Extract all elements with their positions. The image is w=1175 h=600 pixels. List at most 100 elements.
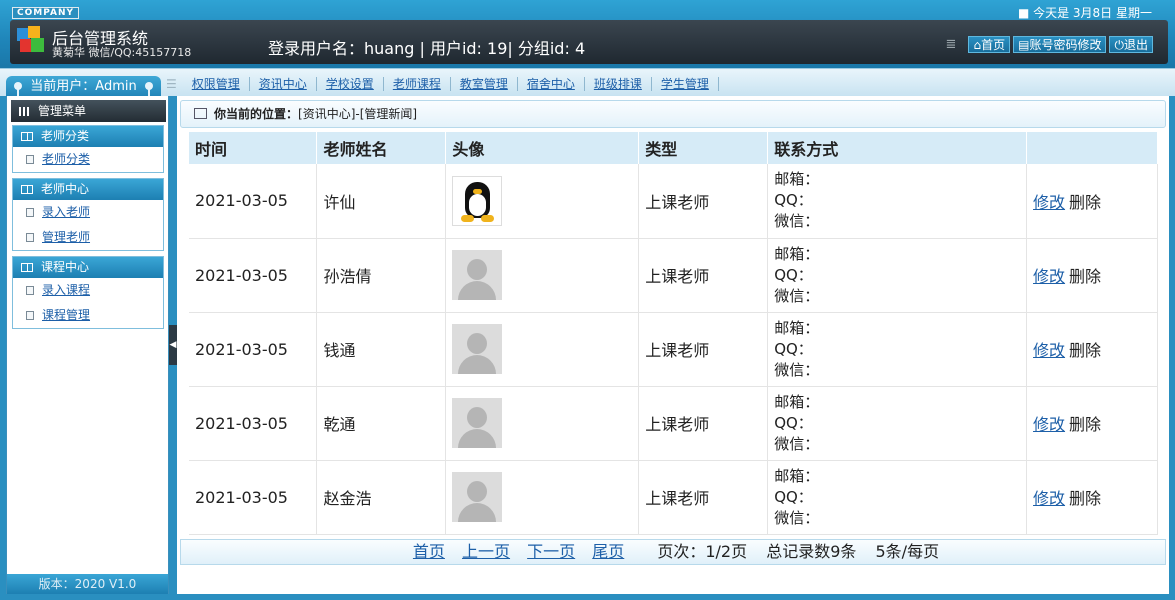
- cell-actions: 修改 删除: [1026, 238, 1158, 313]
- nav-menu: ☰ 权限管理 资讯中心 学校设置 老师课程 教室管理 宿舍中心 班级排课 学生管…: [166, 77, 719, 91]
- sidebar-item-add-course[interactable]: 录入课程: [13, 278, 163, 303]
- document-icon: ▤: [1018, 38, 1030, 52]
- header: COMPANY ■ 今天是 3月8日 星期一 后台管理系统 黄菊华 微信/QQ:…: [0, 0, 1175, 68]
- section-header[interactable]: 老师分类: [13, 126, 163, 147]
- sidebar-section-teacher-center: 老师中心 录入老师 管理老师: [12, 178, 164, 251]
- sidebar-item-add-teacher[interactable]: 录入老师: [13, 200, 163, 225]
- document-icon: [26, 311, 34, 320]
- book-icon: [21, 185, 33, 194]
- nav-item-dormitory[interactable]: 宿舍中心: [518, 77, 585, 91]
- home-icon: ⌂: [973, 38, 982, 52]
- qq-label: QQ：: [774, 413, 813, 432]
- edit-link[interactable]: 修改: [1033, 415, 1065, 434]
- delete-link[interactable]: 删除: [1069, 489, 1101, 508]
- top-nav: 当前用户：Admin ☰ 权限管理 资讯中心 学校设置 老师课程 教室管理 宿舍…: [0, 68, 1175, 99]
- email-label: 邮箱：: [774, 392, 820, 411]
- sidebar-item-manage-course[interactable]: 课程管理: [13, 303, 163, 328]
- nav-item-students[interactable]: 学生管理: [652, 77, 719, 91]
- last-page-link[interactable]: 尾页: [592, 542, 624, 561]
- qq-label: QQ：: [774, 487, 813, 506]
- cell-type: 上课老师: [638, 386, 769, 461]
- sidebar-section-teacher-category: 老师分类 老师分类: [12, 125, 164, 173]
- system-author: 黄菊华 微信/QQ:45157718: [52, 46, 192, 59]
- menu-grid-icon: [19, 107, 31, 116]
- document-icon: [26, 286, 34, 295]
- qq-label: QQ：: [774, 191, 813, 210]
- table-header-row: 时间 老师姓名 头像 类型 联系方式: [189, 132, 1158, 164]
- cell-name: 孙浩倩: [316, 238, 447, 313]
- cell-time: 2021-03-05: [189, 312, 318, 387]
- wechat-label: 微信：: [774, 360, 820, 379]
- column-header-time: 时间: [189, 132, 318, 164]
- email-label: 邮箱：: [774, 244, 820, 263]
- document-icon: [26, 208, 34, 217]
- nav-item-teacher-courses[interactable]: 老师课程: [384, 77, 451, 91]
- section-header[interactable]: 课程中心: [13, 257, 163, 278]
- wechat-label: 微信：: [774, 434, 820, 453]
- cell-type: 上课老师: [638, 238, 769, 313]
- section-header[interactable]: 老师中心: [13, 179, 163, 200]
- sidebar-item-manage-teacher[interactable]: 管理老师: [13, 225, 163, 250]
- delete-link[interactable]: 删除: [1069, 193, 1101, 212]
- window-icon: [194, 108, 207, 119]
- column-header-actions: [1026, 132, 1158, 164]
- edit-link[interactable]: 修改: [1033, 341, 1065, 360]
- current-user-label: 当前用户：Admin: [30, 79, 137, 94]
- sidebar-item-teacher-category[interactable]: 老师分类: [13, 147, 163, 172]
- cell-avatar: [445, 164, 640, 239]
- cell-time: 2021-03-05: [189, 460, 318, 535]
- document-icon: [26, 233, 34, 242]
- breadcrumb-path: [资讯中心]-[管理新闻]: [298, 107, 418, 121]
- nav-item-school-settings[interactable]: 学校设置: [317, 77, 384, 91]
- power-icon: ⏻: [1114, 38, 1124, 52]
- delete-link[interactable]: 删除: [1069, 267, 1101, 286]
- cell-actions: 修改 删除: [1026, 460, 1158, 535]
- edit-link[interactable]: 修改: [1033, 193, 1065, 212]
- email-label: 邮箱：: [774, 170, 820, 189]
- login-info: 登录用户名：huang | 用户id: 19| 分组id: 4: [268, 39, 586, 58]
- delete-link[interactable]: 删除: [1069, 415, 1101, 434]
- nav-item-class-schedule[interactable]: 班级排课: [585, 77, 652, 91]
- cell-type: 上课老师: [638, 460, 769, 535]
- logout-button[interactable]: ⏻退出: [1109, 36, 1153, 53]
- first-page-link[interactable]: 首页: [413, 542, 445, 561]
- cell-name: 钱通: [316, 312, 447, 387]
- table-row: 2021-03-05 乾通 上课老师 邮箱： QQ： 微信： 修改 删除: [189, 386, 1158, 461]
- nav-item-news-center[interactable]: 资讯中心: [250, 77, 317, 91]
- home-button[interactable]: ⌂首页: [968, 36, 1011, 53]
- cell-contact: 邮箱： QQ： 微信：: [767, 460, 1028, 535]
- edit-link[interactable]: 修改: [1033, 267, 1065, 286]
- book-icon: [21, 263, 33, 272]
- breadcrumb-label: 你当前的位置：: [214, 107, 299, 121]
- pagination: 首页 上一页 下一页 尾页 页次：1/2页 总记录数9条 5条/每页: [180, 539, 1166, 565]
- cell-actions: 修改 删除: [1026, 164, 1158, 239]
- account-password-button[interactable]: ▤账号密码修改: [1013, 36, 1107, 53]
- collapse-sidebar-button[interactable]: ◀: [169, 325, 177, 365]
- total-records: 总记录数9条: [766, 542, 857, 561]
- edit-link[interactable]: 修改: [1033, 489, 1065, 508]
- next-page-link[interactable]: 下一页: [527, 542, 575, 561]
- wechat-label: 微信：: [774, 212, 820, 231]
- prev-page-link[interactable]: 上一页: [462, 542, 510, 561]
- triangle-left-icon: ◀: [169, 340, 177, 350]
- qq-label: QQ：: [774, 339, 813, 358]
- per-page-info: 5条/每页: [875, 542, 940, 561]
- breadcrumb: 你当前的位置：[资讯中心]-[管理新闻]: [180, 100, 1166, 128]
- current-user-tab: 当前用户：Admin: [6, 76, 161, 99]
- pin-icon: [14, 82, 22, 99]
- default-user-avatar-icon: [452, 250, 503, 300]
- default-user-avatar-icon: [452, 398, 503, 448]
- email-label: 邮箱：: [774, 466, 820, 485]
- page-info: 页次：1/2页: [657, 542, 748, 561]
- nav-item-classroom[interactable]: 教室管理: [451, 77, 518, 91]
- default-user-avatar-icon: [452, 324, 503, 374]
- nav-item-permissions[interactable]: 权限管理: [183, 77, 250, 91]
- sidebar: 管理菜单 老师分类 老师分类 老师中心 录入老师 管理老师 课程中心 录入课程 …: [6, 96, 169, 594]
- cell-type: 上课老师: [638, 312, 769, 387]
- delete-link[interactable]: 删除: [1069, 341, 1101, 360]
- tux-penguin-avatar-icon: [452, 175, 503, 226]
- cell-contact: 邮箱： QQ： 微信：: [767, 238, 1028, 313]
- table-row: 2021-03-05 许仙 上课老师 邮箱： QQ： 微信： 修改 删除: [189, 164, 1158, 239]
- cell-time: 2021-03-05: [189, 238, 318, 313]
- cell-name: 乾通: [316, 386, 447, 461]
